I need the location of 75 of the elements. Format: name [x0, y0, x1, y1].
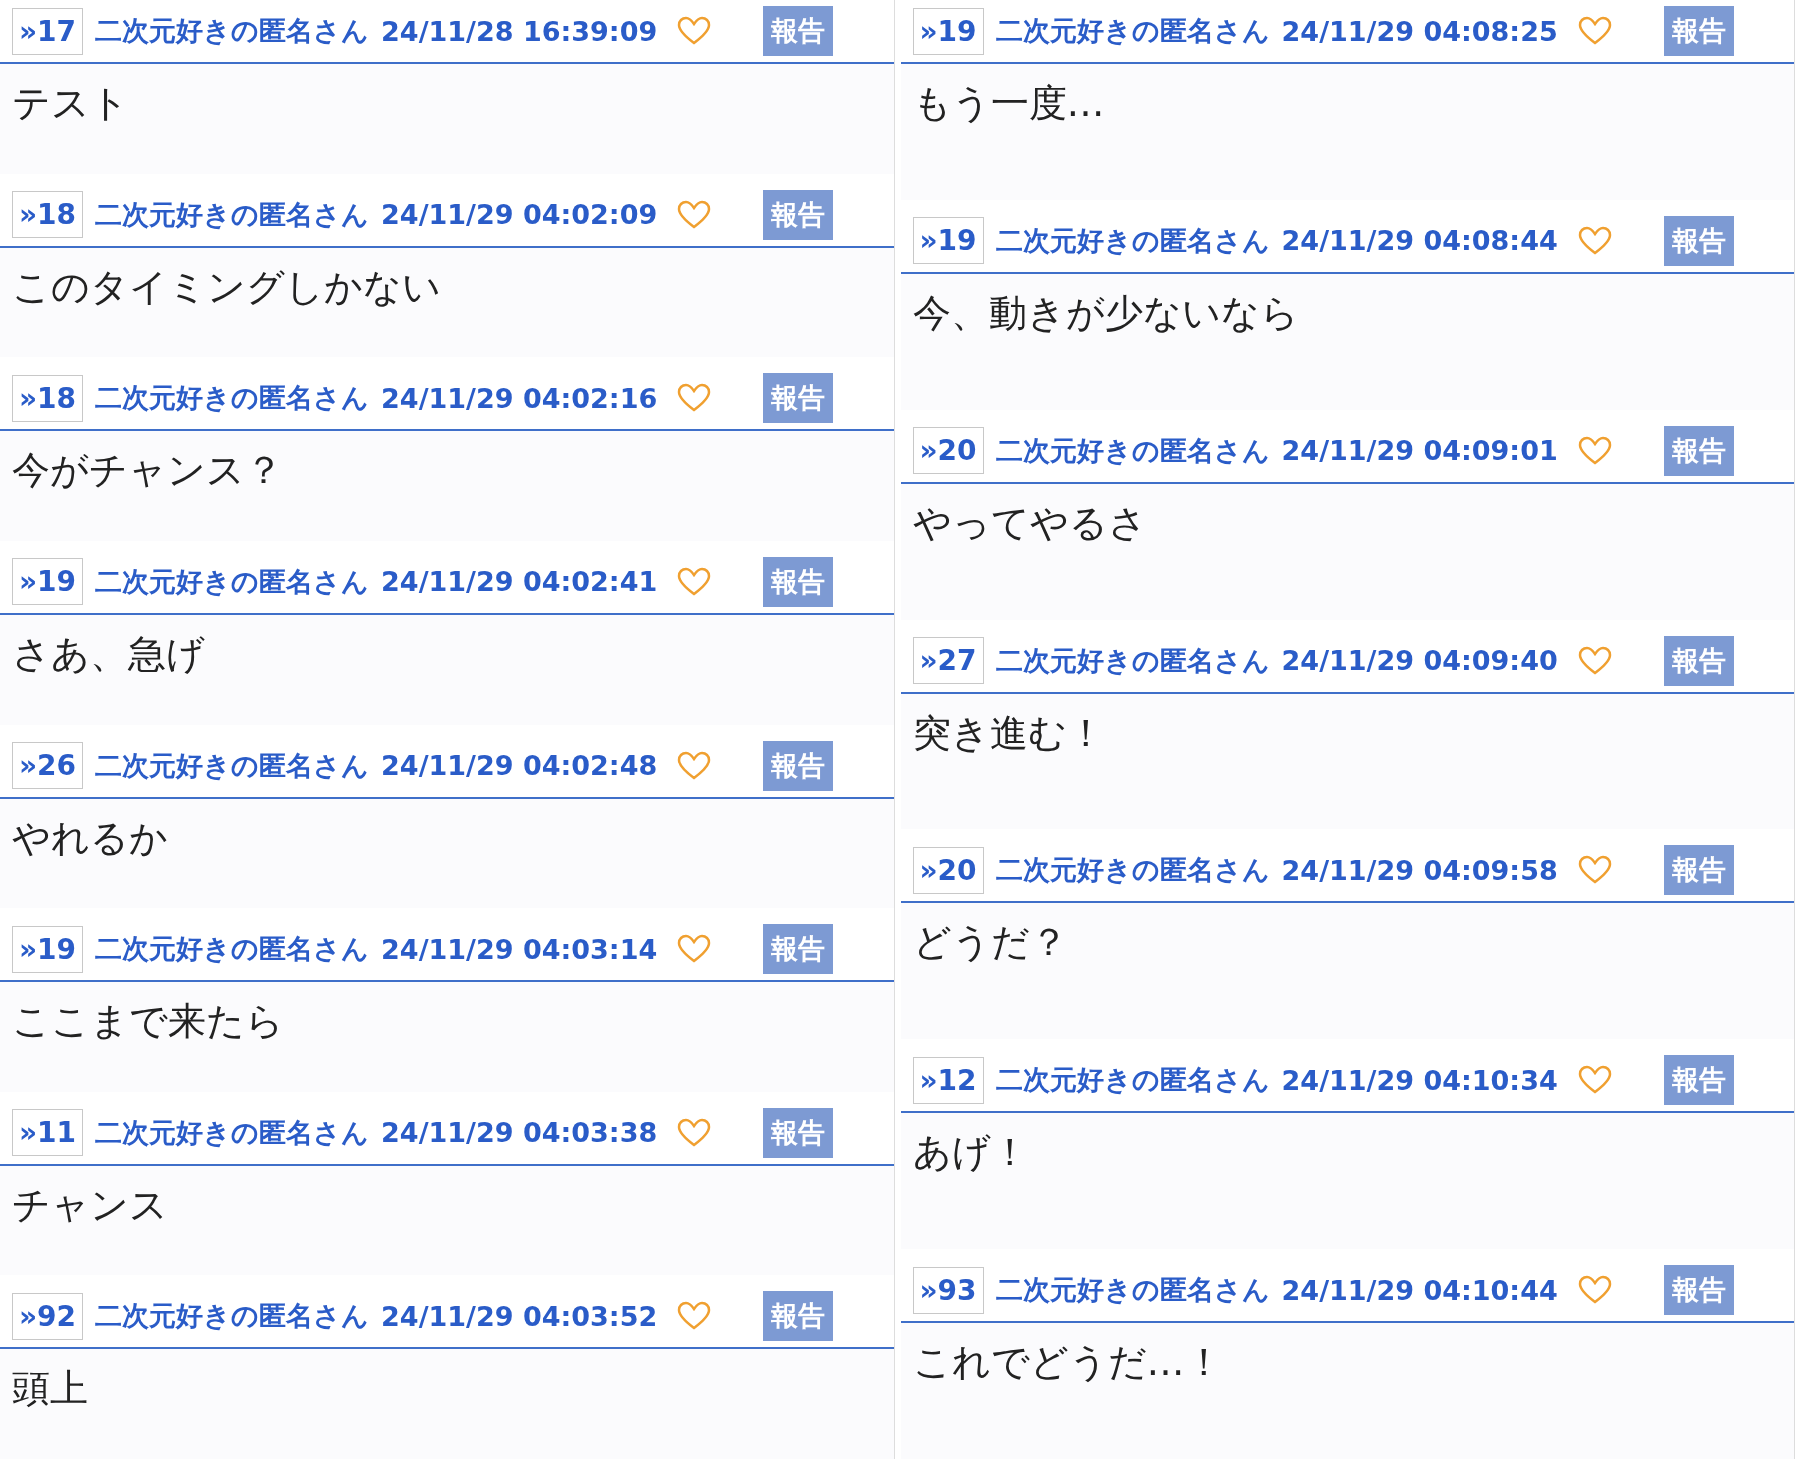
author-name: 二次元好きの匿名さん: [995, 14, 1270, 48]
post-time: 24/11/29 04:02:48: [381, 750, 658, 781]
post-message: これでどうだ…！: [911, 1339, 1224, 1387]
reply-link[interactable]: »20: [912, 846, 984, 894]
heart-icon[interactable]: [1577, 16, 1612, 46]
reply-link[interactable]: »11: [12, 1109, 84, 1157]
author-name: 二次元好きの匿名さん: [995, 1063, 1270, 1098]
reply-link[interactable]: »18: [12, 374, 84, 422]
author-name: 二次元好きの匿名さん: [95, 564, 370, 599]
reply-link[interactable]: »17: [12, 7, 84, 55]
post-time: 24/11/29 04:08:25: [1281, 15, 1558, 47]
post-message: 突き進む！: [911, 709, 1106, 757]
heart-icon[interactable]: [1577, 645, 1612, 676]
heart-icon[interactable]: [677, 1117, 712, 1148]
heart-icon[interactable]: [1577, 855, 1612, 886]
post-message: さあ、急げ: [11, 630, 206, 678]
reply-link[interactable]: »93: [912, 1266, 984, 1314]
reply-link[interactable]: »18: [12, 191, 84, 239]
author-name: 二次元好きの匿名さん: [995, 1273, 1270, 1308]
heart-icon[interactable]: [677, 199, 712, 230]
post-message: あげ！: [911, 1129, 1030, 1177]
author-name: 二次元好きの匿名さん: [95, 1115, 370, 1150]
reply-link[interactable]: »19: [912, 217, 984, 265]
heart-icon[interactable]: [677, 566, 712, 597]
post-message: ここまで来たら: [11, 998, 285, 1046]
author-name: 二次元好きの匿名さん: [95, 1299, 370, 1334]
reply-link[interactable]: »27: [912, 637, 984, 685]
post-time: 24/11/29 04:09:01: [1281, 435, 1558, 467]
heart-icon[interactable]: [677, 1301, 712, 1332]
author-name: 二次元好きの匿名さん: [95, 197, 370, 232]
heart-icon[interactable]: [1577, 1275, 1612, 1306]
post-time: 24/11/29 04:10:44: [1281, 1274, 1558, 1306]
heart-icon[interactable]: [677, 16, 712, 46]
heart-icon[interactable]: [1577, 225, 1612, 256]
heart-icon[interactable]: [677, 383, 712, 414]
post-message: やってやるさ: [911, 499, 1148, 547]
post-time: 24/11/29 04:02:16: [381, 382, 658, 414]
post-time: 24/11/29 04:03:14: [381, 933, 658, 965]
post-time: 24/11/29 04:10:34: [1281, 1064, 1558, 1096]
reply-link[interactable]: »20: [912, 427, 984, 475]
post-time: 24/11/29 04:02:41: [381, 566, 658, 598]
heart-icon[interactable]: [677, 750, 712, 781]
post-time: 24/11/29 04:02:09: [381, 199, 658, 231]
heart-icon[interactable]: [1577, 435, 1612, 466]
post-message: テスト: [11, 80, 130, 127]
post-time: 24/11/29 04:09:58: [1281, 854, 1558, 886]
reply-link[interactable]: »26: [12, 742, 84, 789]
post-message: このタイミングしかない: [11, 263, 442, 311]
author-name: 二次元好きの匿名さん: [995, 643, 1270, 678]
reply-link[interactable]: »19: [12, 558, 84, 606]
reply-link[interactable]: »12: [912, 1056, 984, 1104]
author-name: 二次元好きの匿名さん: [95, 932, 370, 967]
post-time: 24/11/29 04:09:40: [1281, 645, 1558, 677]
reply-link[interactable]: »92: [12, 1292, 84, 1340]
post-message: もう一度…: [911, 80, 1106, 127]
reply-link[interactable]: »19: [12, 925, 84, 973]
author-name: 二次元好きの匿名さん: [95, 748, 370, 783]
reply-link[interactable]: »19: [912, 7, 984, 55]
post-message: 今、動きが少ないなら: [911, 289, 1300, 337]
heart-icon[interactable]: [677, 934, 712, 965]
post-time: 24/11/29 04:08:44: [1281, 225, 1558, 257]
post-time: 24/11/29 04:03:38: [381, 1117, 658, 1149]
post-message: やれるか: [11, 814, 169, 862]
post-message: 頭上: [11, 1365, 89, 1413]
heart-icon[interactable]: [1577, 1065, 1612, 1096]
author-name: 二次元好きの匿名さん: [95, 14, 370, 48]
post-message: 今がチャンス？: [11, 447, 284, 495]
post-time: 24/11/29 04:03:52: [381, 1300, 658, 1332]
post-message: チャンス: [11, 1181, 169, 1229]
author-name: 二次元好きの匿名さん: [995, 223, 1270, 258]
author-name: 二次元好きの匿名さん: [995, 853, 1270, 888]
author-name: 二次元好きの匿名さん: [995, 433, 1270, 468]
author-name: 二次元好きの匿名さん: [95, 381, 370, 416]
post-time: 24/11/28 16:39:09: [381, 15, 658, 47]
post-message: どうだ？: [911, 919, 1069, 967]
